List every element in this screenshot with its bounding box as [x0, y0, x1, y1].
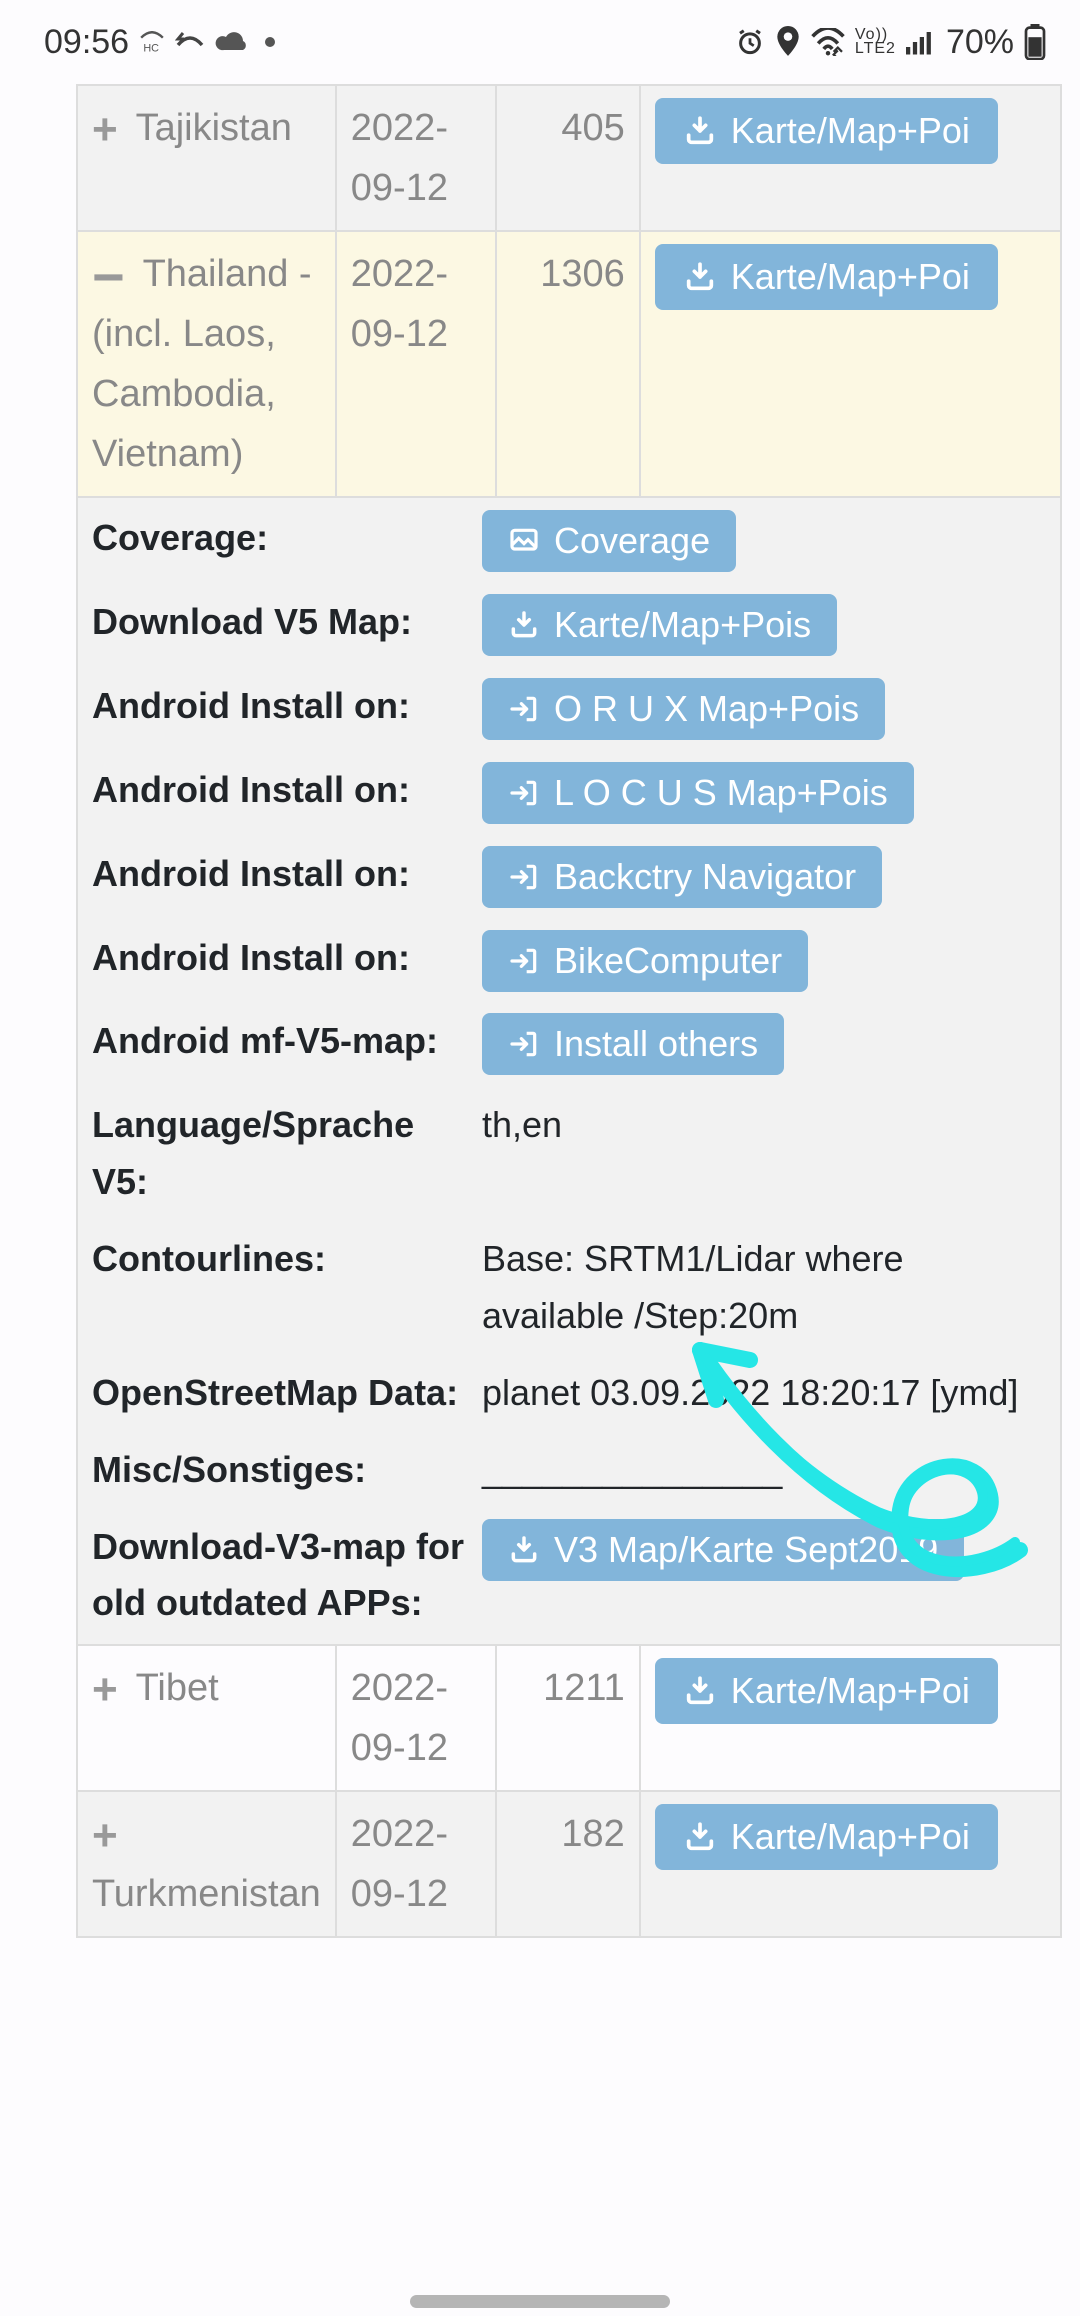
button-label: BikeComputer	[554, 940, 782, 982]
install-others-button[interactable]: Install others	[482, 1013, 784, 1075]
button-label: Karte/Map+Poi	[731, 1816, 970, 1858]
install-orux-label: Android Install on:	[92, 678, 466, 742]
date-cell: 2022-09-12	[336, 231, 496, 497]
button-label: Karte/Map+Poi	[731, 256, 970, 298]
button-label: O R U X Map+Pois	[554, 688, 859, 730]
download-icon	[683, 114, 717, 148]
download-v3-button[interactable]: V3 Map/Karte Sept2019	[482, 1519, 964, 1581]
install-others-label: Android mf-V5-map:	[92, 1013, 466, 1077]
install-bikecomp-button[interactable]: BikeComputer	[482, 930, 808, 992]
dot-icon	[265, 37, 275, 47]
language-value: th,en	[482, 1097, 1046, 1211]
download-icon	[508, 609, 540, 641]
missed-call-icon	[175, 29, 205, 55]
size-cell: 182	[496, 1791, 640, 1937]
install-backctry-button[interactable]: Backctry Navigator	[482, 846, 882, 908]
download-button[interactable]: Karte/Map+Poi	[655, 98, 998, 164]
osm-value: planet 03.09.2022 18:20:17 [ymd]	[482, 1365, 1046, 1422]
expand-toggle[interactable]: +	[92, 1811, 118, 1860]
download-v5-button[interactable]: Karte/Map+Pois	[482, 594, 837, 656]
location-icon	[775, 26, 801, 58]
size-cell: 1306	[496, 231, 640, 497]
install-icon	[508, 861, 540, 893]
download-button[interactable]: Karte/Map+Poi	[655, 1804, 998, 1870]
install-bikecomp-label: Android Install on:	[92, 930, 466, 994]
country-name: Turkmenistan	[92, 1873, 321, 1915]
cloud-icon	[215, 30, 249, 54]
clock: 09:56	[44, 23, 129, 62]
coverage-button[interactable]: Coverage	[482, 510, 736, 572]
language-label: Language/Sprache V5:	[92, 1097, 466, 1211]
svg-text:HC: HC	[143, 43, 159, 53]
coverage-label: Coverage:	[92, 510, 466, 574]
size-cell: 1211	[496, 1645, 640, 1791]
contour-label: Contourlines:	[92, 1231, 466, 1345]
install-backctry-label: Android Install on:	[92, 846, 466, 910]
install-icon	[508, 693, 540, 725]
expand-toggle[interactable]: +	[92, 1665, 118, 1714]
page-content: + Tajikistan 2022-09-12 405 Karte/Map+Po…	[76, 84, 1062, 2306]
table-row: + Tajikistan 2022-09-12 405 Karte/Map+Po…	[77, 85, 1061, 231]
button-label: Karte/Map+Poi	[731, 1670, 970, 1712]
contour-value: Base: SRTM1/Lidar where available /Step:…	[482, 1231, 1046, 1345]
misc-label: Misc/Sonstiges:	[92, 1442, 466, 1499]
gesture-bar	[410, 2295, 670, 2308]
download-v5-label: Download V5 Map:	[92, 594, 466, 658]
button-label: L O C U S Map+Pois	[554, 772, 888, 814]
lte-indicator: Vo))LTE2	[855, 28, 896, 56]
battery-pct: 70%	[946, 23, 1014, 62]
alarm-icon	[735, 27, 765, 57]
network-small-icon: HC	[139, 31, 165, 53]
download-button[interactable]: Karte/Map+Poi	[655, 1658, 998, 1724]
button-label: Karte/Map+Pois	[554, 604, 811, 646]
button-label: V3 Map/Karte Sept2019	[554, 1529, 938, 1571]
install-icon	[508, 1028, 540, 1060]
signal-icon	[906, 29, 936, 55]
table-row: + Tibet 2022-09-12 1211 Karte/Map+Poi	[77, 1645, 1061, 1791]
download-icon	[683, 1820, 717, 1854]
table-row: + Turkmenistan 2022-09-12 182 Karte/Map+…	[77, 1791, 1061, 1937]
install-orux-button[interactable]: O R U X Map+Pois	[482, 678, 885, 740]
battery-icon	[1024, 24, 1046, 60]
button-label: Karte/Map+Poi	[731, 110, 970, 152]
button-label: Coverage	[554, 520, 710, 562]
download-button[interactable]: Karte/Map+Poi	[655, 244, 998, 310]
detail-panel: Coverage: Coverage Download V5 Map:	[77, 497, 1061, 1645]
download-v3-label: Download-V3-map for old outdated APPs:	[92, 1519, 466, 1633]
map-download-table: + Tajikistan 2022-09-12 405 Karte/Map+Po…	[76, 84, 1062, 1938]
date-cell: 2022-09-12	[336, 1645, 496, 1791]
country-name: Tibet	[136, 1667, 219, 1709]
expand-toggle[interactable]: +	[92, 105, 118, 154]
country-name: Tajikistan	[136, 107, 292, 149]
date-cell: 2022-09-12	[336, 1791, 496, 1937]
collapse-toggle[interactable]: −	[92, 245, 125, 308]
button-label: Backctry Navigator	[554, 856, 856, 898]
status-right: Vo))LTE2 70%	[735, 23, 1046, 62]
download-icon	[508, 1534, 540, 1566]
size-cell: 405	[496, 85, 640, 231]
osm-label: OpenStreetMap Data:	[92, 1365, 466, 1422]
image-icon	[508, 525, 540, 557]
install-icon	[508, 777, 540, 809]
status-bar: 09:56 HC Vo))LTE2 70%	[0, 0, 1080, 84]
install-locus-label: Android Install on:	[92, 762, 466, 826]
button-label: Install others	[554, 1023, 758, 1065]
status-left: 09:56 HC	[44, 23, 275, 62]
date-cell: 2022-09-12	[336, 85, 496, 231]
table-row: − Thailand - (incl. Laos, Cambodia, Viet…	[77, 231, 1061, 497]
wifi-icon	[811, 28, 845, 56]
download-icon	[683, 1674, 717, 1708]
install-locus-button[interactable]: L O C U S Map+Pois	[482, 762, 914, 824]
install-icon	[508, 945, 540, 977]
misc-value: _______________	[482, 1442, 1046, 1499]
download-icon	[683, 260, 717, 294]
